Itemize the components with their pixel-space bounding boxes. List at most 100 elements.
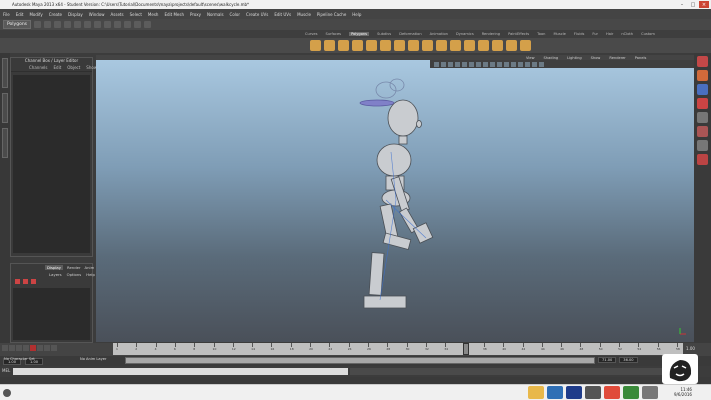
tab-anim[interactable]: Anim [85,265,95,270]
current-time-marker[interactable] [463,343,469,355]
start-button[interactable] [3,389,11,397]
poly-torus-icon[interactable] [380,40,391,51]
menu-edit-mesh[interactable]: Edit Mesh [164,12,184,17]
system-clock[interactable]: 11:46 9/6/2016 [674,387,692,397]
snap-point-icon[interactable] [114,21,122,28]
shelf-tab-deformation[interactable]: Deformation [399,32,421,36]
anim-layer-field[interactable]: No Anim Layer [80,357,106,361]
lights-icon[interactable] [511,61,516,67]
menu-select[interactable]: Select [130,12,142,17]
menu-layers[interactable]: Layers [49,272,62,277]
play-forwards-icon[interactable] [30,345,36,351]
tool-icon-4[interactable] [697,98,708,109]
poly-cylinder-icon[interactable] [338,40,349,51]
menu-file[interactable]: File [3,12,10,17]
isolate-select-icon[interactable] [532,61,537,67]
photoshop-icon[interactable] [566,386,582,399]
attribute-editor-tab[interactable] [2,58,8,88]
tool-icon-3[interactable] [697,84,708,95]
resolution-gate-icon[interactable] [476,61,481,67]
camera-icon[interactable] [434,61,439,67]
viewport-menu-lighting[interactable]: Lighting [567,56,582,60]
shelf-tab-rendering[interactable]: Rendering [482,32,500,36]
menu-modify[interactable]: Modify [29,12,42,17]
split-polygon-icon[interactable] [464,40,475,51]
media-player-icon[interactable] [547,386,563,399]
shelf-tab-fur[interactable]: Fur [592,32,598,36]
menu-proxy[interactable]: Proxy [190,12,201,17]
shelf-tab-toon[interactable]: Toon [537,32,545,36]
bevel-icon[interactable] [506,40,517,51]
shelf-tab-muscle[interactable]: Muscle [553,32,565,36]
bridge-icon[interactable] [436,40,447,51]
menu-options[interactable]: Options [67,272,82,277]
shelf-tab-subdivs[interactable]: Subdivs [377,32,391,36]
step-forward-key-icon[interactable] [37,345,43,351]
shadows-icon[interactable] [518,61,523,67]
shelf-tab-curves[interactable]: Curves [305,32,317,36]
smooth-icon[interactable] [492,40,503,51]
menu-channels[interactable]: Channels [29,65,48,70]
step-back-icon[interactable] [9,345,15,351]
image-plane-icon[interactable] [455,61,460,67]
app-icon[interactable] [623,386,639,399]
channel-box-tab[interactable] [2,93,8,123]
range-slider[interactable] [125,357,595,364]
close-button[interactable]: × [699,1,709,8]
shelf-tab-painteffects[interactable]: PaintEffects [508,32,529,36]
gate-mask-icon[interactable] [483,61,488,67]
playback-end-field[interactable]: 71.00 [598,357,617,363]
shelf-tab-animation[interactable]: Animation [430,32,448,36]
shelf-tab-custom[interactable]: Custom [641,32,655,36]
app-icon-2[interactable] [642,386,658,399]
separate-icon[interactable] [408,40,419,51]
new-layer-icon[interactable] [15,279,20,284]
high-quality-icon[interactable] [539,61,544,67]
viewport-menu-show[interactable]: Show [591,56,601,60]
menu-create[interactable]: Create [49,12,62,17]
maximize-button[interactable]: □ [688,1,698,8]
menu-muscle[interactable]: Muscle [297,12,311,17]
tab-render[interactable]: Render [67,265,81,270]
channel-list[interactable] [13,75,90,253]
mel-label[interactable]: MEL [2,368,10,373]
menu-help[interactable]: Help [352,12,361,17]
textured-icon[interactable] [504,61,509,67]
menu-normals[interactable]: Normals [207,12,224,17]
menu-color[interactable]: Color [230,12,240,17]
extrude-icon[interactable] [422,40,433,51]
select-by-object-icon[interactable] [74,21,82,28]
select-by-component-icon[interactable] [84,21,92,28]
menu-mesh[interactable]: Mesh [148,12,159,17]
minimize-button[interactable]: – [677,1,687,8]
tool-icon-1[interactable] [697,56,708,67]
explorer-icon[interactable] [528,386,544,399]
menu-assets[interactable]: Assets [111,12,124,17]
snap-curve-icon[interactable] [104,21,112,28]
menu-edit[interactable]: Edit [54,65,62,70]
menu-pipeline-cache[interactable]: Pipeline Cache [317,12,346,17]
current-frame-field[interactable]: 1.00 [686,346,695,351]
film-gate-icon[interactable] [469,61,474,67]
combine-icon[interactable] [394,40,405,51]
play-backwards-icon[interactable] [23,345,29,351]
tool-icon-6[interactable] [697,126,708,137]
shelf-tab-dynamics[interactable]: Dynamics [456,32,474,36]
new-layer-selected-icon[interactable] [23,279,28,284]
menu-help[interactable]: Help [86,272,95,277]
bookmark-icon[interactable] [448,61,453,67]
character-mesh[interactable] [363,99,434,309]
shelf-tab-fluids[interactable]: Fluids [574,32,585,36]
maya-icon[interactable] [585,386,601,399]
viewport-menu-panels[interactable]: Panels [635,56,647,60]
step-forward-icon[interactable] [44,345,50,351]
shelf-tab-surfaces[interactable]: Surfaces [325,32,341,36]
xray-icon[interactable] [525,61,530,67]
open-scene-icon[interactable] [44,21,52,28]
render-icon[interactable] [124,21,132,28]
menu-set-dropdown[interactable]: Polygons [3,20,32,29]
viewport-menu-view[interactable]: View [526,56,535,60]
menu-object[interactable]: Object [67,65,80,70]
char-set-field[interactable]: No Character Set [4,357,35,361]
menu-edit-uvs[interactable]: Edit UVs [274,12,291,17]
